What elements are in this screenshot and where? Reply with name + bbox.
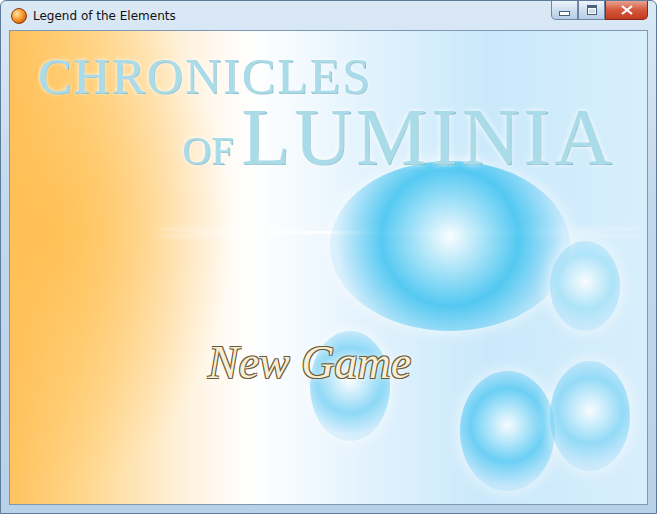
menu-item[interactable]: New Game bbox=[200, 332, 419, 393]
close-icon bbox=[621, 5, 633, 15]
main-menu: New Game bbox=[200, 332, 647, 393]
crystal-orb bbox=[550, 241, 620, 331]
crystal-orb bbox=[460, 371, 555, 491]
crystal-orb bbox=[550, 361, 630, 471]
crystal-orb bbox=[330, 161, 570, 331]
game-logo: CHRONICLES OF LUMINIA bbox=[32, 51, 647, 177]
title-bar: Legend of the Elements bbox=[9, 1, 648, 30]
title-screen: CHRONICLES OF LUMINIA New Game bbox=[9, 30, 648, 505]
maximize-icon bbox=[587, 5, 597, 15]
minimize-button[interactable] bbox=[551, 1, 578, 20]
maximize-button[interactable] bbox=[578, 1, 605, 20]
window-title: Legend of the Elements bbox=[33, 9, 176, 23]
window-controls bbox=[551, 1, 648, 20]
logo-main: LUMINIA bbox=[241, 97, 616, 177]
logo-line: CHRONICLES bbox=[32, 51, 647, 101]
logo-prefix: OF bbox=[182, 131, 233, 171]
game-window: Legend of the Elements CHRONICLES OF LUM… bbox=[0, 0, 657, 514]
minimize-icon bbox=[559, 11, 570, 16]
close-button[interactable] bbox=[605, 1, 648, 20]
app-orb-icon bbox=[11, 8, 27, 24]
